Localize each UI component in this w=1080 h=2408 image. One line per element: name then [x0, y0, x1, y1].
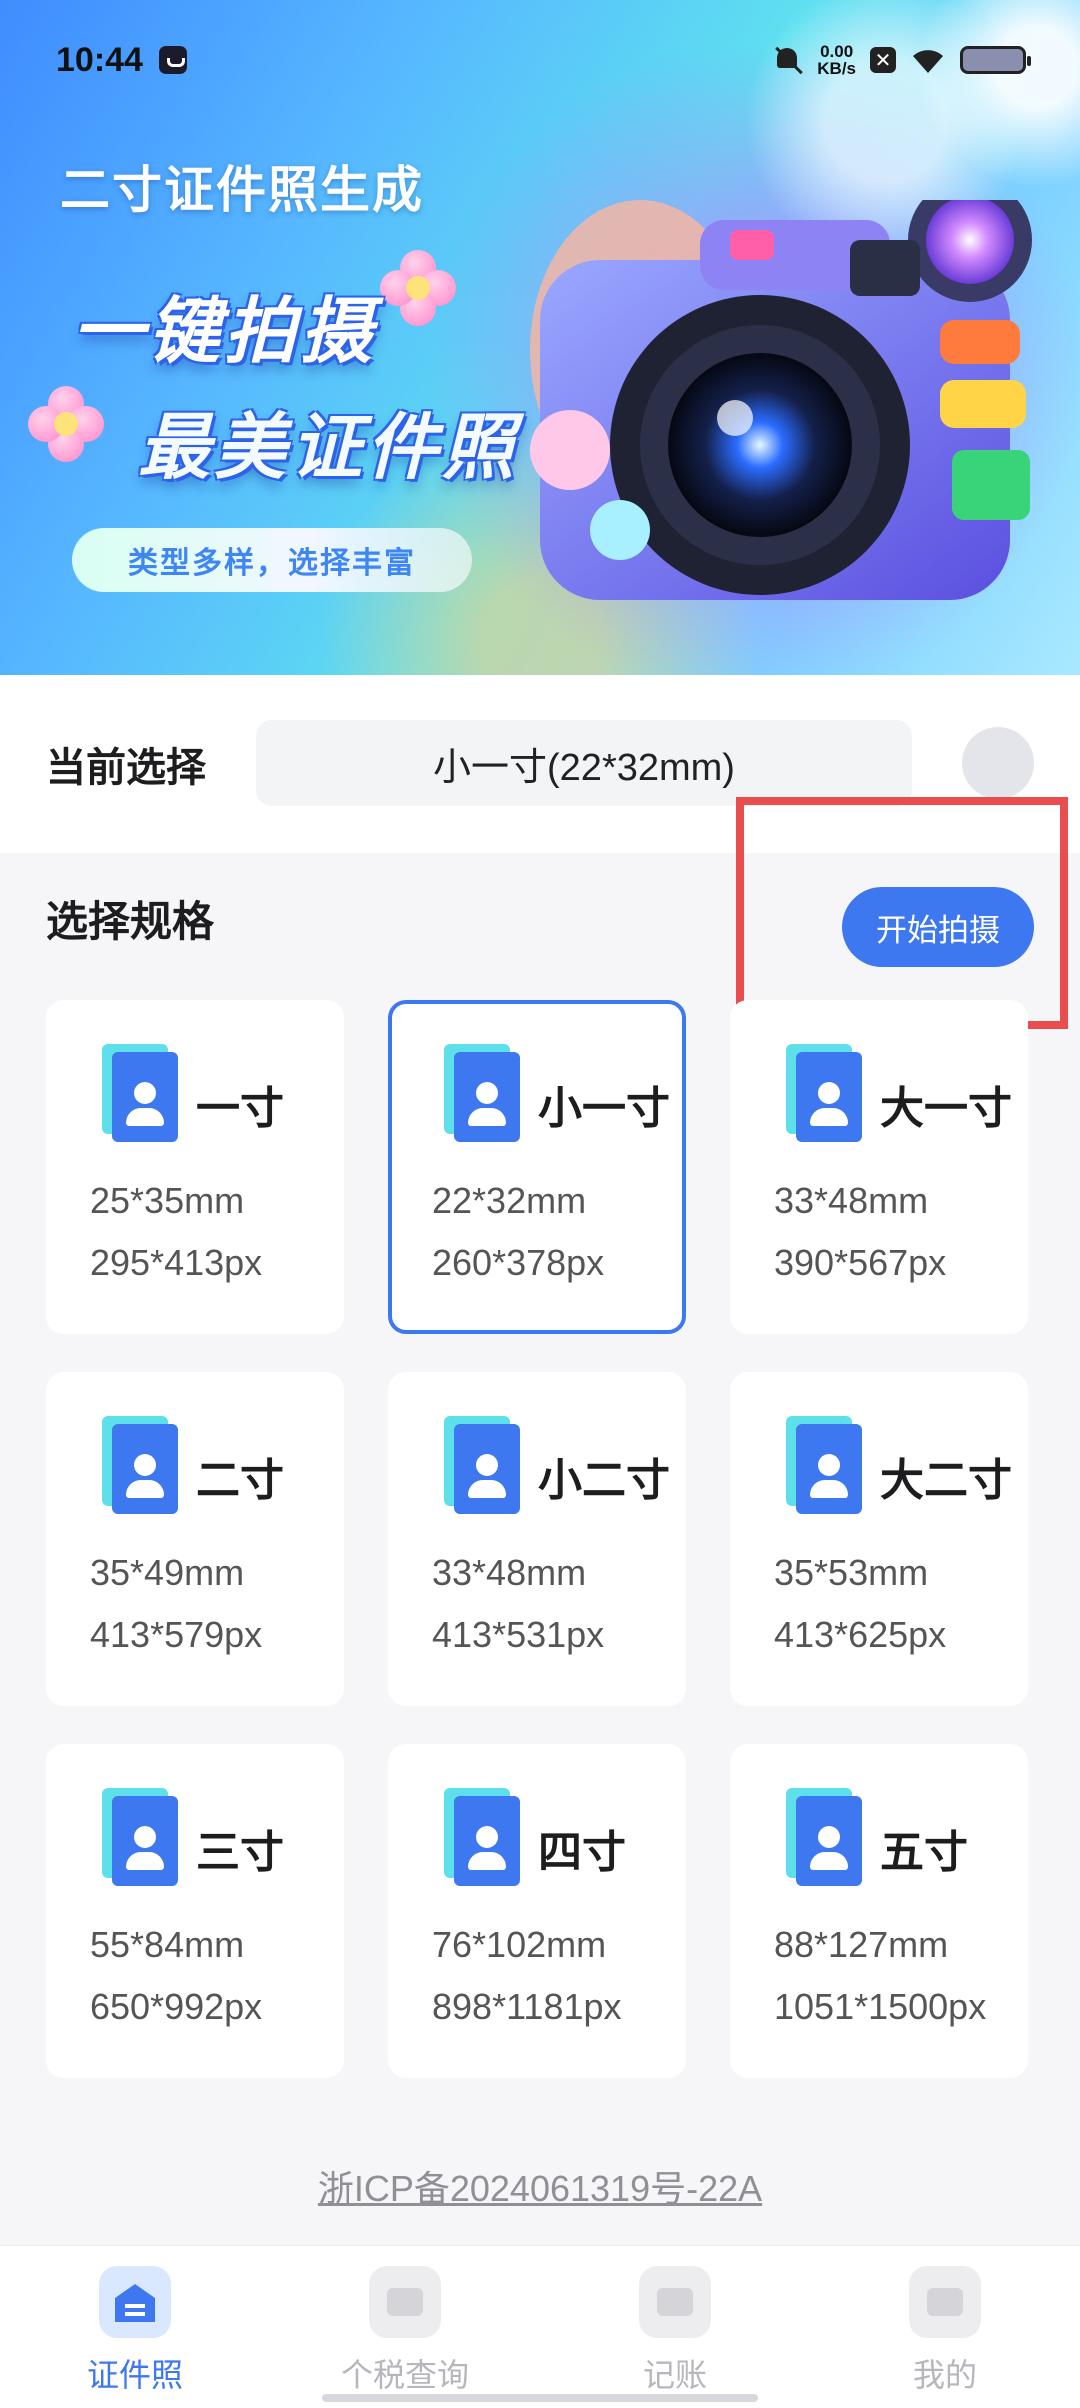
- banner-title: 二寸证件照生成: [60, 161, 424, 219]
- spec-card[interactable]: 大二寸 35*53mm 413*625px: [730, 1372, 1028, 1706]
- notification-icon: [158, 46, 187, 74]
- spec-card[interactable]: 小一寸 22*32mm 260*378px: [388, 1000, 686, 1334]
- home-indicator[interactable]: [322, 2394, 758, 2402]
- id-photo-icon: [444, 1044, 522, 1142]
- spec-card[interactable]: 小二寸 33*48mm 413*531px: [388, 1372, 686, 1706]
- profile-icon: [909, 2266, 981, 2338]
- mute-bell-icon: [773, 45, 803, 75]
- icp-license-link[interactable]: 浙ICP备2024061319号-22A: [0, 2160, 1080, 2212]
- spec-size-px: 390*567px: [774, 1242, 947, 1283]
- spec-card[interactable]: 五寸 88*127mm 1051*1500px: [730, 1744, 1028, 2078]
- spec-card[interactable]: 四寸 76*102mm 898*1181px: [388, 1744, 686, 2078]
- flower-icon: [28, 386, 104, 462]
- id-photo-icon: [444, 1788, 522, 1886]
- spec-size-mm: 55*84mm: [90, 1924, 245, 1965]
- spec-name: 二寸: [196, 1455, 284, 1506]
- spec-size-px: 898*1181px: [432, 1986, 622, 2027]
- wifi-icon: [910, 46, 946, 74]
- bottom-navigation: 证件照 个税查询 记账 我的: [0, 2245, 1080, 2408]
- spec-card[interactable]: 大一寸 33*48mm 390*567px: [730, 1000, 1028, 1334]
- banner-slogan-line2: 最美证件照: [138, 405, 519, 489]
- spec-name: 三寸: [196, 1827, 284, 1878]
- nav-item[interactable]: 我的: [845, 2266, 1045, 2396]
- selection-indicator-dot[interactable]: [962, 727, 1034, 799]
- net-speed-value: 0.00: [820, 42, 854, 61]
- spec-name: 四寸: [538, 1827, 626, 1878]
- id-photo-icon: [102, 1044, 180, 1142]
- status-icons: 0.00 KB/s ✕: [773, 43, 1031, 77]
- spec-size-px: 413*579px: [90, 1614, 263, 1655]
- nav-label: 记账: [642, 2356, 707, 2394]
- status-time: 10:44: [56, 40, 143, 79]
- spec-size-mm: 33*48mm: [432, 1552, 587, 1593]
- spec-card[interactable]: 三寸 55*84mm 650*992px: [46, 1744, 344, 2078]
- spec-size-mm: 35*49mm: [90, 1552, 245, 1593]
- spec-name: 大二寸: [880, 1455, 1012, 1506]
- id-photo-icon: [786, 1788, 864, 1886]
- spec-name: 小一寸: [538, 1083, 670, 1134]
- current-selection-label: 当前选择: [46, 745, 206, 791]
- spec-name: 一寸: [196, 1083, 284, 1134]
- nav-item[interactable]: 记账: [575, 2266, 775, 2396]
- spec-size-mm: 22*32mm: [432, 1180, 587, 1221]
- hero-banner: 10:44 0.00 KB/s ✕ 二寸证件照生成 一键拍摄 最美证件照 类型多…: [0, 0, 1080, 675]
- id-photo-icon: [786, 1416, 864, 1514]
- nav-item[interactable]: 证件照: [35, 2266, 235, 2396]
- nav-item[interactable]: 个税查询: [305, 2266, 505, 2396]
- wallet-icon: [369, 2266, 441, 2338]
- banner-tagline: 类型多样，选择丰富: [72, 528, 472, 592]
- id-photo-icon: [99, 2266, 171, 2338]
- banner-slogan-line1: 一键拍摄: [72, 289, 377, 373]
- net-speed-unit: KB/s: [817, 59, 856, 78]
- spec-size-mm: 88*127mm: [774, 1924, 949, 1965]
- id-photo-icon: [102, 1788, 180, 1886]
- battery-icon: [960, 46, 1031, 74]
- id-photo-icon: [102, 1416, 180, 1514]
- bookkeeping-icon: [639, 2266, 711, 2338]
- spec-size-px: 413*625px: [774, 1614, 947, 1655]
- status-bar: 10:44 0.00 KB/s ✕: [0, 0, 1080, 120]
- spec-card[interactable]: 二寸 35*49mm 413*579px: [46, 1372, 344, 1706]
- spec-size-px: 650*992px: [90, 1986, 263, 2027]
- spec-size-px: 1051*1500px: [774, 1986, 987, 2027]
- spec-name: 大一寸: [880, 1083, 1012, 1134]
- current-selection-value[interactable]: 小一寸(22*32mm): [256, 720, 912, 806]
- camera-illustration: [530, 200, 1032, 600]
- spec-name: 小二寸: [538, 1455, 670, 1506]
- spec-size-mm: 33*48mm: [774, 1180, 929, 1221]
- x-app-icon: ✕: [870, 47, 896, 73]
- spec-size-px: 295*413px: [90, 1242, 263, 1283]
- spec-card[interactable]: 一寸 25*35mm 295*413px: [46, 1000, 344, 1334]
- spec-size-mm: 35*53mm: [774, 1552, 929, 1593]
- spec-size-mm: 25*35mm: [90, 1180, 245, 1221]
- id-photo-icon: [786, 1044, 864, 1142]
- spec-name: 五寸: [880, 1827, 968, 1878]
- start-shooting-button[interactable]: 开始拍摄: [842, 887, 1034, 967]
- nav-label: 我的: [912, 2356, 977, 2394]
- nav-label: 个税查询: [340, 2356, 469, 2394]
- current-selection-row: 当前选择 小一寸(22*32mm): [0, 675, 1080, 853]
- nav-label: 证件照: [86, 2356, 183, 2394]
- spec-size-mm: 76*102mm: [432, 1924, 607, 1965]
- spec-size-px: 413*531px: [432, 1614, 605, 1655]
- spec-size-px: 260*378px: [432, 1242, 605, 1283]
- flower-icon: [380, 250, 456, 326]
- network-speed: 0.00 KB/s: [817, 43, 856, 77]
- app-screen: 10:44 0.00 KB/s ✕ 二寸证件照生成 一键拍摄 最美证件照 类型多…: [0, 0, 1080, 2408]
- spec-section-title: 选择规格: [46, 897, 215, 946]
- id-photo-icon: [444, 1416, 522, 1514]
